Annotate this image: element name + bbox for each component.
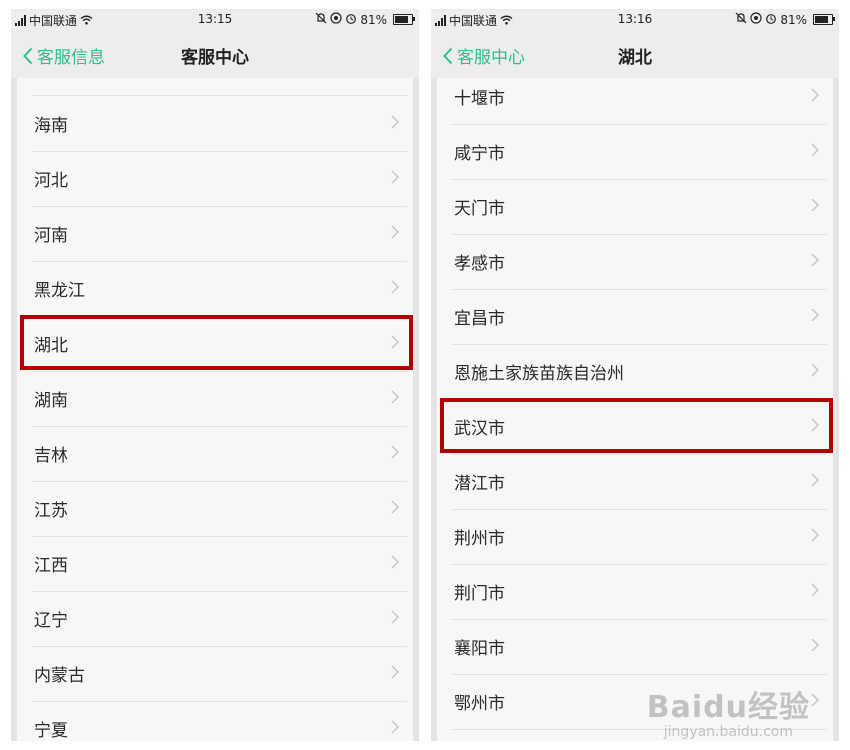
chevron-right-icon (391, 280, 399, 294)
city-row[interactable]: 十堰市 (452, 69, 827, 125)
chevron-right-icon (391, 610, 399, 624)
province-label: 湖南 (34, 391, 68, 411)
province-label: 河北 (34, 171, 68, 191)
watermark-main: Baidu经验 (646, 690, 810, 725)
province-row[interactable]: 江西 (32, 536, 407, 592)
city-label: 天门市 (454, 199, 505, 219)
city-label: 孝感市 (454, 254, 505, 274)
province-label: 江苏 (34, 501, 68, 521)
province-label: 河南 (34, 226, 68, 246)
chevron-right-icon (391, 445, 399, 459)
province-label: 辽宁 (34, 611, 68, 631)
city-row[interactable]: 咸宁市 (452, 124, 827, 180)
province-row[interactable]: 辽宁 (32, 591, 407, 647)
chevron-right-icon (811, 143, 819, 157)
city-row[interactable]: 潜江市 (452, 454, 827, 510)
page-title: 湖北 (618, 48, 652, 68)
chevron-right-icon (811, 88, 819, 102)
province-label: 内蒙古 (34, 666, 85, 686)
battery-percent: 81% (360, 12, 387, 27)
province-label: 宁夏 (34, 721, 68, 741)
status-bar: 中国联通 13:15 81% (11, 9, 419, 31)
chevron-right-icon (391, 115, 399, 129)
city-list-container[interactable]: 十堰市咸宁市天门市孝感市宜昌市恩施土家族苗族自治州 武汉市潜江市荆州市荆门市襄阳市… (431, 78, 839, 741)
province-label: 江西 (34, 556, 68, 576)
battery-icon (393, 14, 415, 25)
city-row[interactable]: 襄阳市 (452, 619, 827, 675)
city-row[interactable]: 恩施土家族苗族自治州 (452, 344, 827, 400)
chevron-right-icon (391, 390, 399, 404)
city-label: 荆州市 (454, 529, 505, 549)
province-label: 海南 (34, 116, 68, 136)
chevron-right-icon (391, 665, 399, 679)
city-label: 荆门市 (454, 584, 505, 604)
province-row[interactable]: 海南 (32, 96, 407, 152)
location-icon (330, 12, 342, 27)
location-icon (750, 12, 762, 27)
nav-bar: 客服信息 客服中心 (11, 31, 419, 77)
province-row[interactable]: 河南 (32, 206, 407, 262)
province-row[interactable]: 黑龙江 (32, 261, 407, 317)
chevron-right-icon (811, 528, 819, 542)
right-phone-screen: 中国联通 13:16 81% 客服中心 湖北 十堰市 咸宁市 天门市 孝感市 宜昌市 恩施… (431, 9, 839, 741)
chevron-right-icon (811, 308, 819, 322)
city-row[interactable]: 荆门市 (452, 564, 827, 620)
province-row[interactable]: 湖南 (32, 371, 407, 427)
chevron-right-icon (811, 253, 819, 267)
province-list-container[interactable]: 海南河北河南黑龙江湖北湖南吉林江苏江西辽宁内蒙古宁夏 (11, 78, 419, 741)
city-label: 武汉市 (454, 419, 505, 439)
city-label: 恩施土家族苗族自治州 (454, 364, 624, 384)
chevron-right-icon (811, 473, 819, 487)
mute-icon (735, 12, 747, 27)
province-row[interactable]: 吉林 (32, 426, 407, 482)
alarm-icon (345, 12, 357, 27)
city-label: 十堰市 (454, 89, 505, 109)
chevron-right-icon (391, 500, 399, 514)
city-row[interactable]: 孝感市 (452, 234, 827, 290)
province-label: 吉林 (34, 446, 68, 466)
battery-icon (813, 14, 835, 25)
city-row[interactable]: 武汉市 (452, 399, 827, 455)
province-label: 湖北 (34, 336, 68, 356)
city-row[interactable]: 宜昌市 (452, 289, 827, 345)
city-label: 宜昌市 (454, 309, 505, 329)
left-phone-screen: 中国联通 13:15 81% 客服信息 客服中心 海南河北河南黑龙江湖北湖南吉林… (11, 9, 419, 741)
province-row[interactable]: 湖北 (32, 316, 407, 372)
chevron-right-icon (811, 693, 819, 707)
chevron-right-icon (391, 335, 399, 349)
province-row[interactable]: 内蒙古 (32, 646, 407, 702)
chevron-right-icon (391, 225, 399, 239)
province-row[interactable]: 江苏 (32, 481, 407, 537)
chevron-right-icon (391, 555, 399, 569)
alarm-icon (765, 12, 777, 27)
province-row[interactable]: 宁夏 (32, 701, 407, 741)
province-row[interactable]: 河北 (32, 151, 407, 207)
city-label: 鄂州市 (454, 694, 505, 714)
page-title: 客服中心 (181, 48, 249, 68)
city-label: 潜江市 (454, 474, 505, 494)
city-label: 襄阳市 (454, 639, 505, 659)
chevron-right-icon (391, 170, 399, 184)
chevron-right-icon (811, 583, 819, 597)
mute-icon (315, 12, 327, 27)
status-bar: 中国联通 13:16 81% (431, 9, 839, 31)
city-row[interactable]: 天门市 (452, 179, 827, 235)
battery-percent: 81% (780, 12, 807, 27)
chevron-right-icon (811, 638, 819, 652)
chevron-right-icon (391, 720, 399, 734)
chevron-right-icon (811, 363, 819, 377)
city-row[interactable]: 荆州市 (452, 509, 827, 565)
chevron-right-icon (811, 198, 819, 212)
city-label: 咸宁市 (454, 144, 505, 164)
baidu-jingyan-watermark: Baidu经验 jingyan.baidu.com (647, 682, 810, 740)
province-label: 黑龙江 (34, 281, 85, 301)
chevron-right-icon (811, 418, 819, 432)
watermark-sub: jingyan.baidu.com (663, 724, 793, 740)
